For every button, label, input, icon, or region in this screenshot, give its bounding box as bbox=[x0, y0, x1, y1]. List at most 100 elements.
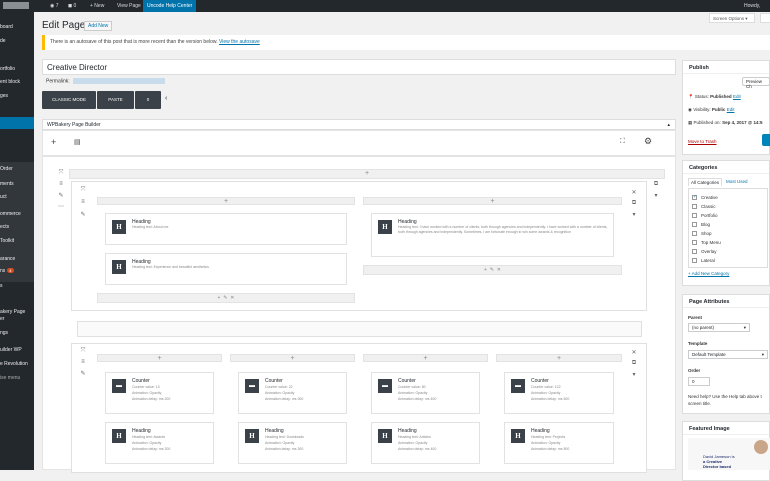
column-delete-icon[interactable]: ✕ bbox=[497, 267, 501, 273]
sidebar-item-wpbakery[interactable]: akery Page bbox=[0, 309, 25, 315]
row2-edit-icon[interactable]: ✎ bbox=[79, 370, 87, 377]
inner-row-close-icon[interactable]: ✕ bbox=[630, 189, 638, 196]
sidebar-item-comments[interactable]: ments bbox=[0, 181, 14, 187]
row-copy-icon[interactable]: ⧉ bbox=[652, 181, 660, 188]
row2-layout-icon[interactable]: ≡ bbox=[79, 359, 87, 365]
howdy-user[interactable]: Howdy, bbox=[744, 3, 760, 9]
add-element-icon[interactable]: + bbox=[51, 137, 56, 147]
screen-options-button[interactable]: Screen Options ▾ bbox=[709, 13, 755, 23]
site-name-blurred[interactable] bbox=[3, 2, 29, 9]
counter-element[interactable]: ▬ Counter Counter value: 60 Animation: O… bbox=[371, 372, 480, 414]
row-move-icon[interactable]: ⤧ bbox=[57, 170, 65, 177]
inner-row-move-icon[interactable]: ⤧ bbox=[79, 187, 87, 194]
column-edit-icon[interactable]: ✎ bbox=[490, 267, 494, 273]
sidebar-item-portfolio[interactable]: ortfolio bbox=[0, 66, 15, 72]
settings-gear-icon[interactable]: ⚙ bbox=[644, 136, 652, 147]
sidebar-item-plugins[interactable]: ns 4 bbox=[0, 268, 14, 274]
column-add-icon[interactable]: + bbox=[484, 267, 487, 273]
inner-row-copy-icon[interactable]: ⧉ bbox=[630, 200, 638, 207]
row-toggle-icon[interactable]: ▾ bbox=[652, 192, 660, 199]
category-checkbox[interactable] bbox=[692, 213, 697, 218]
zero-button[interactable]: 0 bbox=[135, 91, 161, 109]
heading-element[interactable]: H Heading Heading text: Experience and b… bbox=[105, 253, 347, 285]
counter-col3-add-bar[interactable]: + bbox=[363, 354, 488, 362]
update-button[interactable] bbox=[762, 134, 770, 146]
classic-mode-button[interactable]: CLASSIC MODE bbox=[42, 91, 96, 109]
counter-col4-add-bar[interactable]: + bbox=[496, 354, 622, 362]
row-layout-icon[interactable]: ≡ bbox=[57, 181, 65, 187]
template-select[interactable]: Default Template ▾ bbox=[688, 350, 768, 359]
category-checkbox[interactable] bbox=[692, 240, 697, 245]
move-to-trash-link[interactable]: Move to Trash bbox=[688, 139, 717, 144]
tab-most-used[interactable]: Most Used bbox=[726, 179, 748, 184]
add-new-button[interactable]: Add New bbox=[84, 21, 113, 31]
view-autosave-link[interactable]: View the autosave bbox=[219, 39, 260, 45]
column1-add-bar[interactable]: + bbox=[97, 197, 355, 205]
counter-col2-add-bar[interactable]: + bbox=[230, 354, 355, 362]
category-checkbox[interactable]: ✓ bbox=[692, 194, 697, 200]
row2-move-icon[interactable]: ⤧ bbox=[79, 348, 87, 355]
column2-add-bar[interactable]: + bbox=[363, 197, 622, 205]
add-new-category-link[interactable]: + Add New Category bbox=[688, 271, 729, 276]
templates-icon[interactable]: ▤ bbox=[74, 138, 81, 146]
sidebar-item-slider-revolution[interactable]: e Revolution bbox=[0, 361, 28, 367]
sidebar-item-pages[interactable]: ges bbox=[0, 93, 8, 99]
column-delete-icon[interactable]: ✕ bbox=[230, 295, 234, 301]
chevron-left-icon[interactable]: ‹ bbox=[165, 95, 167, 102]
row2-copy-icon[interactable]: ⧉ bbox=[630, 360, 638, 367]
tab-all-categories[interactable]: All Categories bbox=[688, 178, 723, 186]
column-add-icon[interactable]: + bbox=[218, 295, 221, 301]
heading-element[interactable]: H Heading Heading text: I have worked wi… bbox=[371, 213, 614, 257]
status-edit-link[interactable]: Edit bbox=[733, 94, 741, 99]
sidebar-item-products[interactable]: ects bbox=[0, 224, 9, 230]
sidebar-item-wpbakery-2[interactable]: er bbox=[0, 316, 4, 322]
paste-button[interactable]: PASTE bbox=[97, 91, 134, 109]
new-content-menu[interactable]: + New bbox=[90, 3, 104, 9]
row-add-top-bar[interactable]: + bbox=[69, 169, 665, 179]
order-input[interactable]: 0 bbox=[688, 377, 710, 386]
row2-toggle-icon[interactable]: ▾ bbox=[630, 371, 638, 378]
category-checkbox[interactable] bbox=[692, 258, 697, 263]
sidebar-item-content-block[interactable]: ent block bbox=[0, 79, 20, 85]
sidebar-item-uncode[interactable]: de bbox=[0, 38, 6, 44]
category-checkbox[interactable] bbox=[692, 231, 697, 236]
empty-row[interactable] bbox=[77, 321, 642, 337]
updates-count[interactable]: ◼ 0 bbox=[68, 3, 76, 9]
sidebar-item-order[interactable]: Order bbox=[0, 166, 13, 172]
sidebar-item-woocommerce[interactable]: ommerce bbox=[0, 211, 21, 217]
heading-element[interactable]: H Heading Heading text: Projects Animati… bbox=[504, 422, 614, 464]
sidebar-collapse-menu[interactable]: ise menu bbox=[0, 375, 20, 381]
heading-element[interactable]: H Heading Heading text: Articles Animati… bbox=[371, 422, 480, 464]
heading-element[interactable]: H Heading Heading text: About me bbox=[105, 213, 347, 245]
featured-image-thumbnail[interactable]: David Jameson is a Creative Director bas… bbox=[688, 438, 770, 470]
category-checkbox[interactable] bbox=[692, 222, 697, 227]
fullscreen-icon[interactable]: ⛶ bbox=[620, 138, 625, 146]
collapse-arrow-icon[interactable]: ▴ bbox=[667, 122, 670, 128]
category-checkbox[interactable] bbox=[692, 249, 697, 254]
post-title-input[interactable]: Creative Director bbox=[42, 59, 676, 75]
inner-row-layout-icon[interactable]: ≡ bbox=[79, 199, 87, 205]
sidebar-item-appearance[interactable]: arance bbox=[0, 256, 15, 262]
help-tab-button[interactable] bbox=[760, 13, 770, 23]
view-page-link[interactable]: View Page bbox=[117, 3, 141, 9]
sidebar-item-contact[interactable]: uct bbox=[0, 194, 7, 200]
comments-count[interactable]: ◉ 7 bbox=[50, 3, 59, 9]
row-edit-icon[interactable]: ✎ bbox=[57, 192, 65, 199]
parent-select[interactable]: (no parent) ▾ bbox=[688, 323, 750, 332]
sidebar-item-users[interactable]: s bbox=[0, 283, 3, 289]
counter-element[interactable]: ▬ Counter Counter value: 13 Animation: O… bbox=[105, 372, 214, 414]
sidebar-item-dashboard[interactable]: board bbox=[0, 24, 13, 30]
sidebar-item-settings[interactable]: ngs bbox=[0, 330, 8, 336]
counter-element[interactable]: ▬ Counter Counter value: 122 Animation: … bbox=[504, 372, 614, 414]
sidebar-item-layer-slider[interactable]: uilder WP bbox=[0, 347, 22, 353]
counter-element[interactable]: ▬ Counter Counter value: 22 Animation: O… bbox=[238, 372, 347, 414]
heading-element[interactable]: H Heading Heading text: Downloads Animat… bbox=[238, 422, 347, 464]
category-checkbox[interactable] bbox=[692, 204, 697, 209]
visibility-edit-link[interactable]: Edit bbox=[727, 107, 735, 112]
permalink-url-blurred[interactable] bbox=[72, 78, 165, 84]
column-edit-icon[interactable]: ✎ bbox=[223, 295, 227, 301]
inner-row-edit-icon[interactable]: ✎ bbox=[79, 211, 87, 218]
uncode-help-center-link[interactable]: Uncode Help Center bbox=[143, 0, 197, 12]
counter-col1-add-bar[interactable]: + bbox=[97, 354, 222, 362]
heading-element[interactable]: H Heading Heading text: Awards Animation… bbox=[105, 422, 214, 464]
